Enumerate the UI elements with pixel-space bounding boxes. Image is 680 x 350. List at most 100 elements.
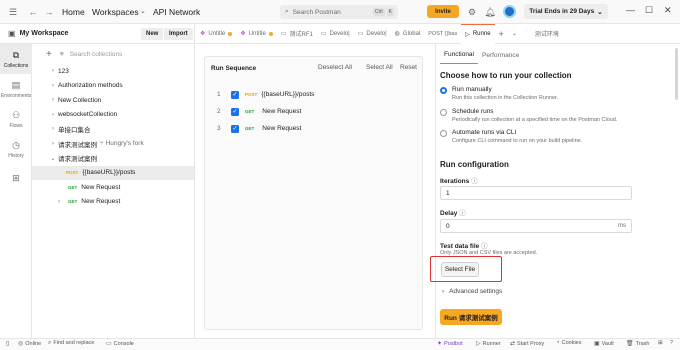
environment-selector[interactable]: 测试环境	[531, 24, 563, 44]
postbot-button[interactable]: ✦ Postbot	[437, 340, 463, 347]
close-icon[interactable]: ✕	[664, 5, 672, 16]
settings-gear-icon[interactable]: ⚙	[465, 5, 479, 19]
delay-label: Delay ⓘ	[440, 207, 466, 217]
option-automate-cli[interactable]: Automate runs via CLI Configure CLI comma…	[440, 129, 582, 144]
tree-request-get-2[interactable]: › GET New Request	[32, 195, 194, 210]
tab-test-rf1[interactable]: ▭ 测试RF1	[277, 24, 317, 44]
environment-icon: ▭	[357, 31, 364, 37]
find-replace-button[interactable]: ⌕ Find and replace	[48, 340, 94, 347]
tree-item-single-interface[interactable]: › 单接口集合	[32, 122, 194, 137]
rail-history[interactable]: ◷ History	[0, 134, 32, 164]
reset-button[interactable]: Reset	[400, 64, 417, 71]
vault-button[interactable]: ▣ Vault	[594, 340, 614, 347]
trash-button[interactable]: 🗑︎ Trash	[626, 340, 649, 347]
back-arrow-icon[interactable]: ←	[26, 5, 40, 19]
iterations-input[interactable]: 1	[440, 186, 632, 200]
row-checkbox[interactable]: ✓	[231, 107, 239, 116]
menu-icon[interactable]: ☰	[6, 5, 20, 19]
layout-icon[interactable]: ⊞	[658, 340, 663, 346]
new-button[interactable]: New	[141, 28, 164, 40]
search-collections-input[interactable]: Search collections	[70, 51, 123, 58]
top-bar: ☰ ← → Home Workspaces ⌄ API Network ⌕ Se…	[0, 0, 680, 24]
scrollbar[interactable]	[675, 48, 678, 100]
advanced-settings-toggle[interactable]: › Advanced settings	[442, 288, 502, 295]
api-network-link[interactable]: API Network	[153, 7, 200, 17]
tab-label: 测试RF1	[289, 32, 313, 38]
chevron-right-icon: ›	[52, 68, 54, 75]
run-collection-button[interactable]: Run 请求测试案例	[440, 309, 502, 325]
forward-arrow-icon[interactable]: →	[42, 5, 56, 19]
tree-item-label: websocketCollection	[58, 111, 118, 119]
add-collection-icon[interactable]: +	[46, 49, 52, 60]
rail-environments[interactable]: ▤ Environments	[0, 74, 32, 104]
console-button[interactable]: ▭ Console	[106, 340, 134, 347]
tabs-overflow-button[interactable]: ⌄	[508, 24, 521, 44]
workspaces-chevron-icon: ⌄	[140, 8, 146, 15]
workspaces-menu[interactable]: Workspaces	[92, 7, 139, 17]
tab-develop-1[interactable]: ▭ Develo|	[317, 24, 354, 44]
help-icon[interactable]: ?	[670, 340, 673, 346]
rail-configure[interactable]: ⊞	[0, 164, 32, 194]
notifications-bell-icon[interactable]: 🔔︎	[483, 5, 497, 19]
unsaved-dot	[268, 31, 273, 36]
rail-flows[interactable]: ⚇ Flows	[0, 104, 32, 134]
online-status[interactable]: ◎ Online	[18, 340, 41, 347]
home-link[interactable]: Home	[62, 7, 85, 17]
import-button[interactable]: Import	[164, 28, 193, 40]
option-schedule-runs[interactable]: Schedule runs Periodically run collection…	[440, 108, 617, 123]
invite-button[interactable]: Invite	[427, 5, 459, 18]
select-file-button[interactable]: Select File	[441, 262, 479, 277]
option-description: Run this collection in the Collection Ru…	[452, 95, 559, 101]
tree-item-forked-collection[interactable]: › 请求测试案例 ⑂ Hungry's fork	[32, 137, 194, 152]
test-data-label-text: Test data file	[440, 243, 480, 250]
tree-item-websocket[interactable]: › websocketCollection	[32, 108, 194, 123]
tree-request-get-1[interactable]: GET New Request	[32, 180, 194, 195]
trial-button[interactable]: Trial Ends in 29 Days ⌄	[524, 4, 608, 19]
search-input[interactable]: ⌕ Search Postman Ctrl K	[280, 5, 398, 19]
delay-input[interactable]: 0 ms	[440, 219, 632, 233]
tree-request-post-posts[interactable]: POST {{baseURL}}/posts	[32, 165, 194, 180]
request-name: New Request	[262, 125, 302, 132]
minimize-icon[interactable]: —	[626, 5, 635, 15]
filter-icon[interactable]: ≡	[60, 51, 64, 58]
cookies-button[interactable]: ◔ Cookies	[556, 340, 582, 346]
tab-post-request[interactable]: POST {{bas	[424, 24, 461, 44]
tab-untitled-1[interactable]: ❖ Untitle	[196, 24, 236, 44]
tab-untitled-2[interactable]: ❖ Untitle	[236, 24, 276, 44]
option-run-manually[interactable]: Run manually Run this collection in the C…	[440, 86, 558, 101]
tree-item-authorization[interactable]: › Authorization methods	[32, 79, 194, 94]
flow-icon: ❖	[240, 31, 246, 37]
radio-unselected[interactable]	[440, 109, 447, 116]
online-label: Online	[25, 341, 42, 347]
tab-globals[interactable]: ◍ Global	[391, 24, 425, 44]
maximize-icon[interactable]: ☐	[645, 5, 653, 16]
deselect-all-button[interactable]: Deselect All	[318, 64, 352, 71]
tree-item-123[interactable]: › 123	[32, 64, 194, 79]
method-badge: POST	[245, 92, 258, 97]
method-badge: GET	[68, 199, 78, 205]
start-proxy-button[interactable]: ⇄ Start Proxy	[510, 340, 544, 347]
tree-item-new-collection[interactable]: › New Collection	[32, 93, 194, 108]
tab-runner[interactable]: ▷ Runne	[461, 23, 495, 44]
workspace-name[interactable]: My Workspace	[20, 30, 69, 37]
runner-button[interactable]: ▷ Runner	[476, 340, 501, 347]
row-checkbox[interactable]: ✓	[231, 90, 239, 99]
play-icon: ▷	[465, 31, 470, 38]
tab-develop-2[interactable]: ▭ Develo|	[354, 24, 391, 44]
tab-performance[interactable]: Performance	[478, 52, 523, 64]
tree-item-test-cases[interactable]: ⌄ 请求测试案例	[32, 151, 194, 166]
sidebar-toggle[interactable]: ▯	[6, 340, 11, 347]
radio-selected[interactable]	[440, 87, 447, 94]
plus-icon: +	[498, 28, 504, 39]
add-tab-button[interactable]: +	[495, 24, 508, 44]
chevron-right-icon: ›	[52, 82, 54, 89]
avatar[interactable]	[503, 5, 516, 18]
radio-unselected[interactable]	[440, 130, 447, 137]
tree-item-label: 单接口集合	[58, 127, 91, 135]
select-all-button[interactable]: Select All	[366, 64, 393, 71]
tab-functional[interactable]: Functional	[440, 51, 478, 64]
row-checkbox[interactable]: ✓	[231, 124, 239, 133]
postbot-icon: ✦	[437, 341, 443, 347]
rail-collections[interactable]: ⧉ Collections	[0, 44, 32, 74]
tab-label: Runne	[472, 31, 491, 37]
